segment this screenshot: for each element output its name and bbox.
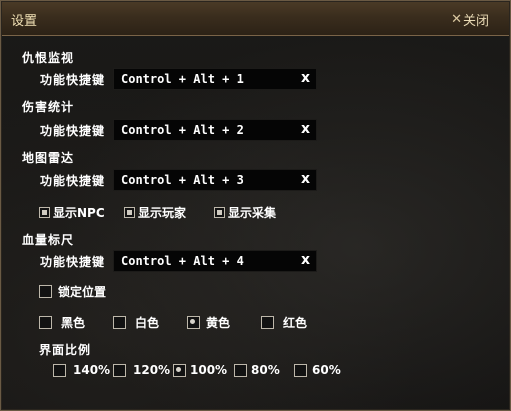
damage-hotkey-clear-button[interactable]: x (301, 121, 310, 137)
radar-show-player-label: 显示玩家 (138, 206, 187, 220)
hpbar-lock-position-label: 锁定位置 (58, 285, 107, 299)
checkbox-box (124, 207, 135, 218)
close-button[interactable]: ✕ 关闭 (451, 10, 489, 29)
radar-show-npc-checkbox[interactable]: 显示NPC (39, 204, 105, 221)
radar-show-gather-checkbox[interactable]: 显示采集 (214, 204, 276, 221)
color-white-label: 白色 (135, 316, 160, 330)
color-black-label: 黑色 (61, 316, 86, 330)
hpbar-hotkey-input[interactable]: Control + Alt + 4 x (113, 250, 317, 272)
damage-hotkey-label: 功能快捷键 (40, 124, 106, 138)
scale-option-80[interactable]: 80% (234, 363, 280, 377)
radar-show-player-checkbox[interactable]: 显示玩家 (124, 204, 186, 221)
scale-option-120[interactable]: 120% (113, 363, 170, 377)
scale-title: 界面比例 (39, 343, 92, 357)
checkbox-box (214, 207, 225, 218)
radar-show-gather-label: 显示采集 (228, 206, 277, 220)
checkbox-box (39, 285, 52, 298)
title-bar[interactable]: 设置 ✕ 关闭 (2, 2, 509, 36)
radio-box (234, 363, 247, 377)
hatred-hotkey-clear-button[interactable]: x (301, 70, 310, 86)
radar-hotkey-clear-button[interactable]: x (301, 171, 310, 187)
damage-hotkey-input[interactable]: Control + Alt + 2 x (113, 119, 317, 141)
window-title: 设置 (11, 14, 38, 29)
radio-box (113, 363, 126, 377)
radio-box (173, 363, 186, 377)
hatred-hotkey-input[interactable]: Control + Alt + 1 x (113, 68, 317, 90)
scale-60-label: 60% (312, 363, 341, 377)
section-damage-title: 伤害统计 (22, 100, 75, 114)
radio-box (261, 316, 274, 329)
color-option-yellow[interactable]: 黄色 (187, 314, 230, 331)
hpbar-hotkey-label: 功能快捷键 (40, 255, 106, 269)
color-option-red[interactable]: 红色 (261, 314, 307, 331)
scale-80-label: 80% (251, 363, 280, 377)
radio-box (294, 363, 307, 377)
radar-show-npc-label: 显示NPC (53, 206, 105, 220)
scale-120-label: 120% (133, 363, 171, 377)
scale-option-100[interactable]: 100% (173, 363, 227, 377)
scale-140-label: 140% (73, 363, 111, 377)
color-yellow-label: 黄色 (206, 316, 231, 330)
section-radar-title: 地图雷达 (22, 151, 75, 165)
radio-box (187, 316, 200, 329)
radio-box (53, 363, 66, 377)
color-option-black[interactable]: 黑色 (39, 314, 85, 331)
hpbar-hotkey-value: Control + Alt + 4 (121, 254, 244, 268)
color-option-white[interactable]: 白色 (113, 314, 159, 331)
settings-window: 设置 ✕ 关闭 仇恨监视 功能快捷键 Control + Alt + 1 x 伤… (0, 0, 511, 411)
damage-hotkey-value: Control + Alt + 2 (121, 123, 244, 137)
checkbox-box (39, 207, 50, 218)
scale-option-140[interactable]: 140% (53, 363, 110, 377)
close-icon: ✕ (451, 12, 462, 27)
hpbar-lock-position-checkbox[interactable]: 锁定位置 (39, 283, 106, 300)
radio-box (113, 316, 126, 329)
color-red-label: 红色 (283, 316, 308, 330)
scale-100-label: 100% (190, 363, 228, 377)
section-hatred-title: 仇恨监视 (22, 51, 75, 65)
hpbar-hotkey-clear-button[interactable]: x (301, 252, 310, 268)
hatred-hotkey-label: 功能快捷键 (40, 73, 106, 87)
radio-box (39, 316, 52, 329)
section-hpbar-title: 血量标尺 (22, 233, 75, 247)
close-label: 关闭 (462, 14, 489, 29)
scale-option-60[interactable]: 60% (294, 363, 341, 377)
radar-hotkey-input[interactable]: Control + Alt + 3 x (113, 169, 317, 191)
radar-hotkey-value: Control + Alt + 3 (121, 173, 244, 187)
hatred-hotkey-value: Control + Alt + 1 (121, 72, 244, 86)
radar-hotkey-label: 功能快捷键 (40, 174, 106, 188)
